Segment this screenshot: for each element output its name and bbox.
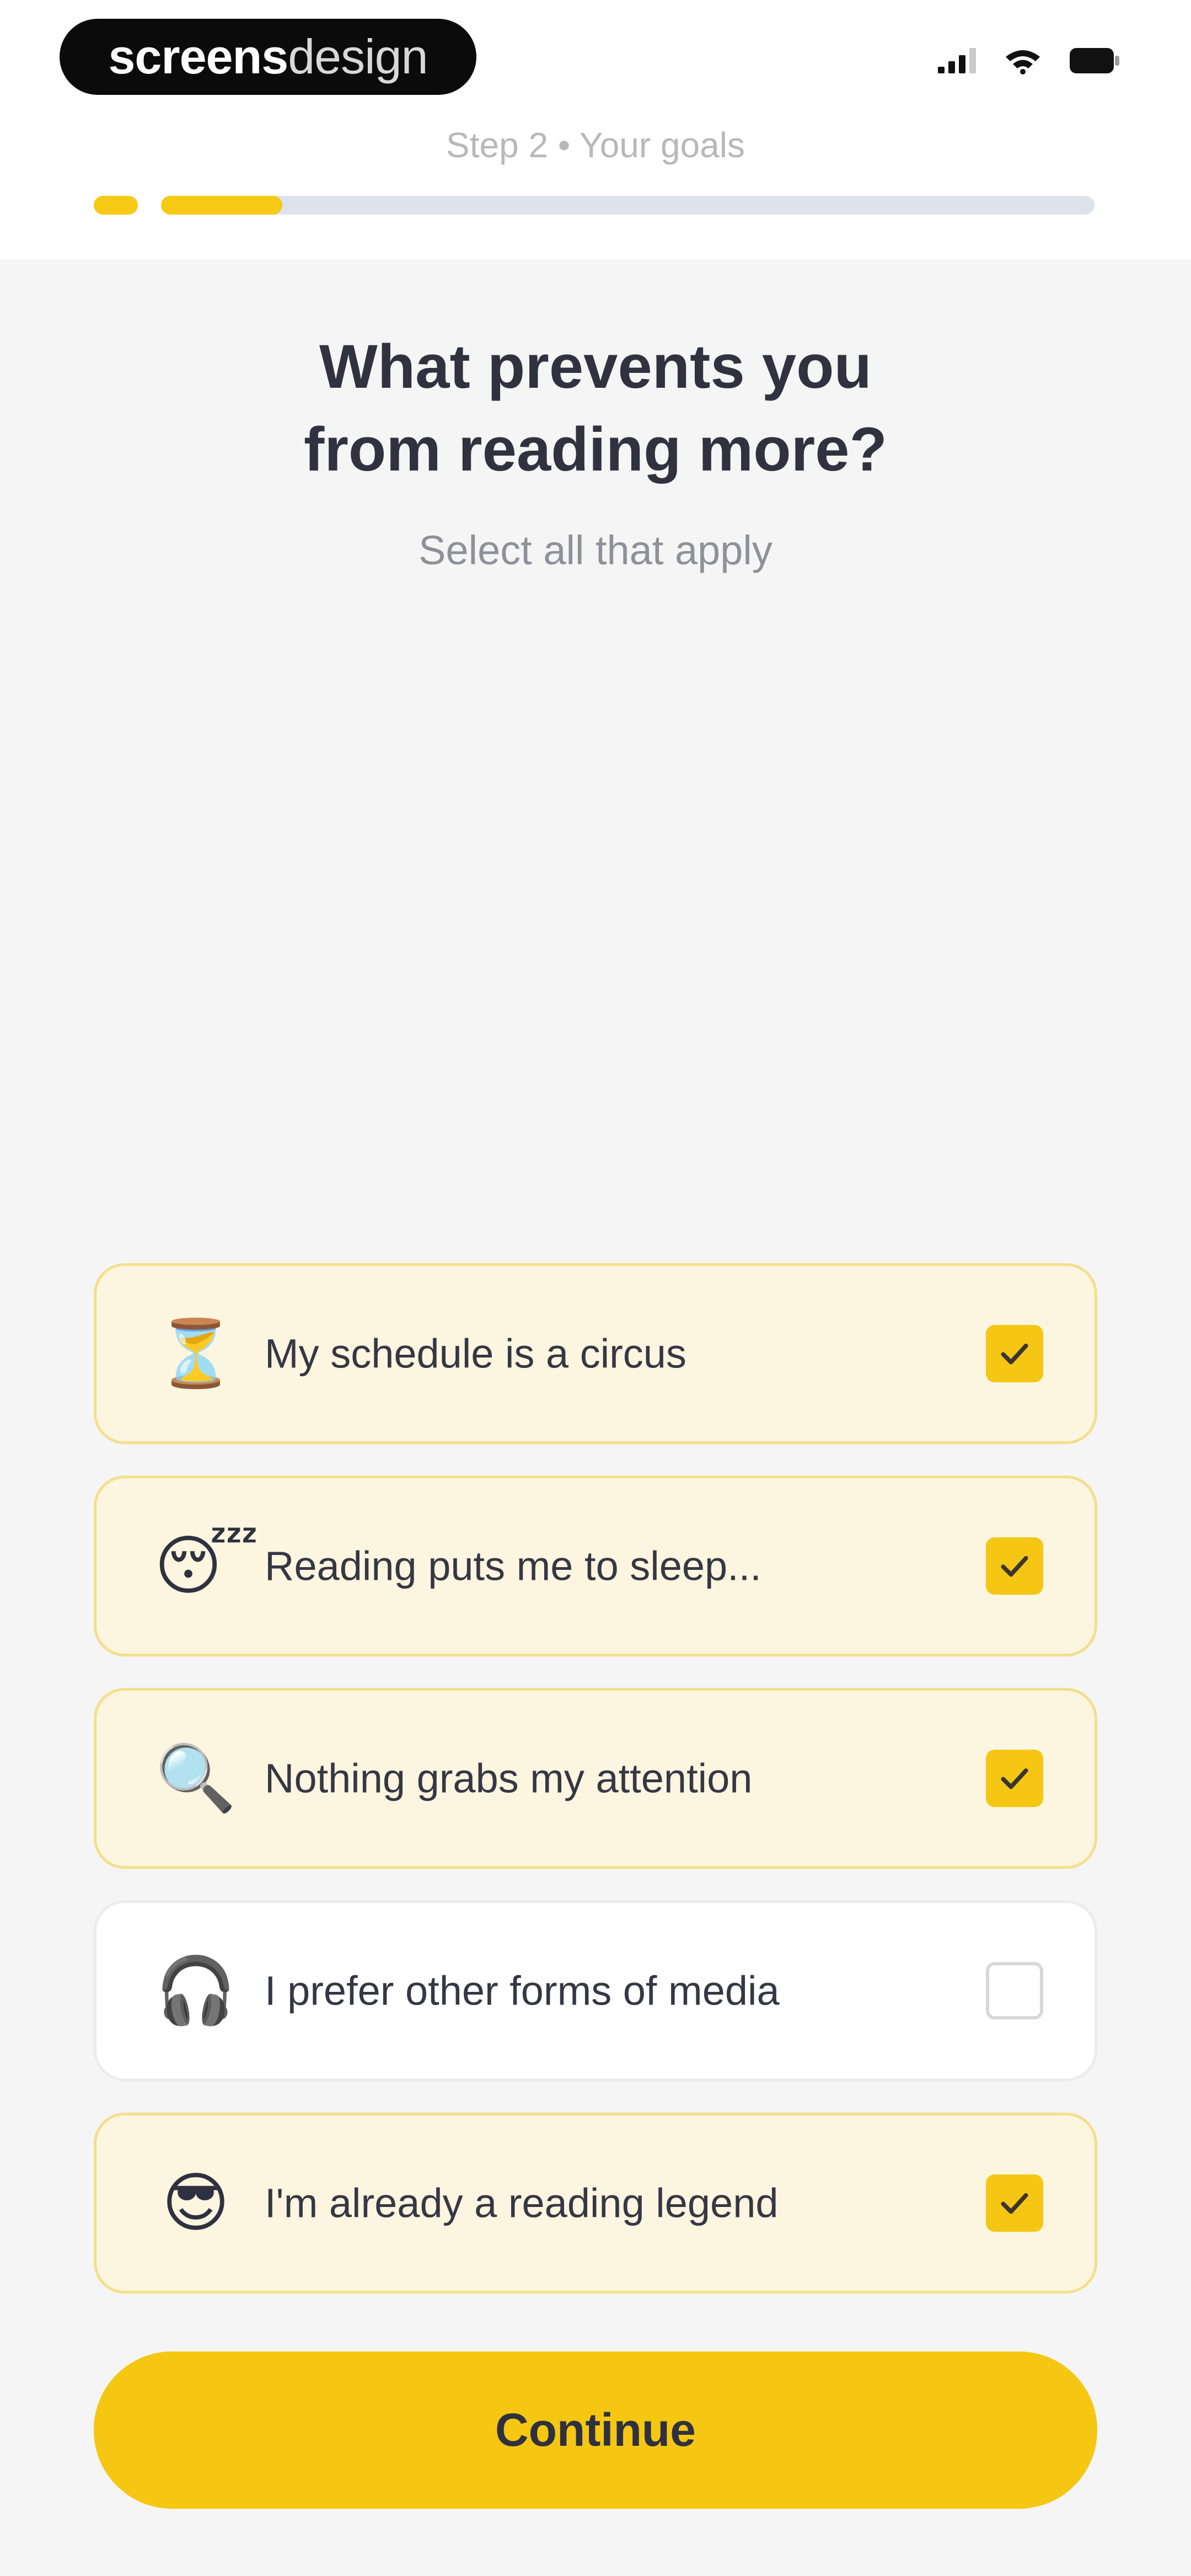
option-card[interactable]: ⏳ My schedule is a circus xyxy=(94,1263,1097,1444)
option-checkbox[interactable] xyxy=(986,1325,1043,1382)
option-label: I'm already a reading legend xyxy=(265,2180,779,2226)
page-title-line-2: from reading more? xyxy=(304,415,887,484)
continue-button[interactable]: Continue xyxy=(94,2351,1097,2509)
status-bar-icons xyxy=(938,47,1119,74)
page-title: What prevents you from reading more? xyxy=(0,325,1191,491)
option-card[interactable]: 😎 I'm already a reading legend xyxy=(94,2113,1097,2294)
brand-logo: screens design xyxy=(60,19,476,95)
battery-icon xyxy=(1070,48,1119,73)
hourglass-icon: ⏳ xyxy=(155,1317,237,1390)
signal-icon xyxy=(938,48,976,73)
wifi-icon xyxy=(1006,50,1040,74)
progress-bar xyxy=(94,196,1095,215)
option-checkbox[interactable] xyxy=(986,2174,1043,2232)
option-card[interactable]: 😴 Reading puts me to sleep... xyxy=(94,1476,1097,1656)
option-label: I prefer other forms of media xyxy=(265,1968,780,2014)
option-label: My schedule is a circus xyxy=(265,1330,686,1377)
progress-track-background xyxy=(161,196,1095,215)
brand-name-bold: screens xyxy=(108,29,288,84)
progress-completed-step xyxy=(94,196,138,215)
progress-current-fill xyxy=(161,196,282,215)
check-icon xyxy=(1001,2193,1028,2214)
page-subtitle: Select all that apply xyxy=(419,527,772,573)
check-icon xyxy=(1001,1768,1028,1789)
page-title-line-1: What prevents you xyxy=(319,332,872,401)
headphones-icon: 🎧 xyxy=(155,1954,237,2027)
top-area: screens design Step 2 • Your goals xyxy=(0,0,1191,259)
check-icon xyxy=(1001,1343,1028,1365)
sleeping-face-icon: 😴 xyxy=(154,1530,259,1602)
check-icon xyxy=(1001,1556,1028,1577)
option-card[interactable]: 🎧 I prefer other forms of media xyxy=(94,1900,1097,2081)
options-list: ⏳ My schedule is a circus 😴 Reading puts me… xyxy=(94,1263,1097,2325)
step-indicator: Step 2 • Your goals xyxy=(446,125,745,165)
sunglasses-face-icon: 😎 xyxy=(162,2167,230,2240)
option-label: Reading puts me to sleep... xyxy=(265,1543,761,1589)
brand-name-light: design xyxy=(288,29,428,84)
option-checkbox[interactable] xyxy=(986,1962,1043,2019)
magnifying-glass-icon: 🔍 xyxy=(155,1742,237,1815)
option-label: Nothing grabs my attention xyxy=(265,1755,753,1802)
option-checkbox[interactable] xyxy=(986,1750,1043,1807)
option-checkbox[interactable] xyxy=(986,1537,1043,1595)
option-card[interactable]: 🔍 Nothing grabs my attention xyxy=(94,1688,1097,1869)
